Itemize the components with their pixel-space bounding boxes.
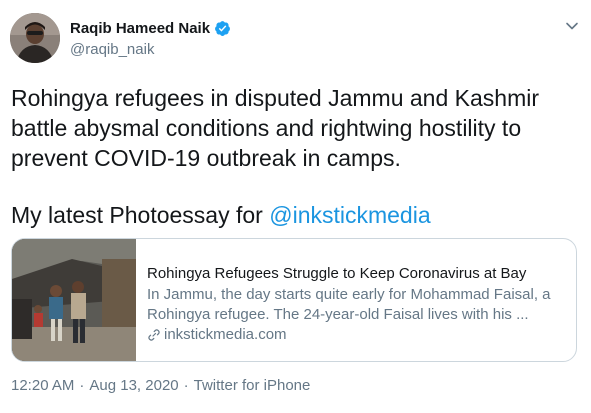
tweet-closing-line: My latest Photoessay for @inkstickmedia [11, 200, 577, 230]
mention-link[interactable]: @inkstickmedia [269, 202, 430, 228]
closing-text: My latest Photoessay for [11, 202, 270, 228]
tweet-meta: 12:20 AM · Aug 13, 2020 · Twitter for iP… [11, 377, 310, 394]
handle[interactable]: @raqib_naik [70, 41, 231, 58]
author-block: Raqib Hameed Naik @raqib_naik [70, 18, 231, 58]
tweet-source: Twitter for iPhone [193, 377, 311, 394]
card-description-line: In Jammu, the day starts quite early for… [147, 286, 551, 303]
chevron-down-icon[interactable] [565, 19, 579, 33]
card-title: Rohingya Refugees Struggle to Keep Coron… [147, 265, 527, 282]
avatar[interactable] [10, 13, 60, 63]
link-card[interactable]: Rohingya Refugees Struggle to Keep Coron… [11, 238, 577, 362]
display-name[interactable]: Raqib Hameed Naik [70, 20, 210, 37]
card-description: In Jammu, the day starts quite early for… [147, 285, 566, 325]
link-icon [148, 329, 160, 341]
tweet-date[interactable]: Aug 13, 2020 [89, 377, 178, 394]
meta-separator: · [79, 377, 85, 394]
card-domain: inkstickmedia.com [147, 325, 566, 345]
card-description-line: Rohingya refugee. The 24-year-old Faisal… [147, 306, 529, 323]
tweet: Raqib Hameed Naik @raqib_naik Rohingya r… [0, 0, 591, 413]
card-body: Rohingya Refugees Struggle to Keep Coron… [136, 239, 576, 361]
tweet-time[interactable]: 12:20 AM [11, 377, 74, 394]
meta-separator: · [183, 377, 189, 394]
card-domain-text: inkstickmedia.com [164, 326, 287, 343]
tweet-body: Rohingya refugees in disputed Jammu and … [11, 85, 540, 171]
card-thumbnail [12, 239, 136, 361]
verified-badge-icon [214, 20, 231, 37]
